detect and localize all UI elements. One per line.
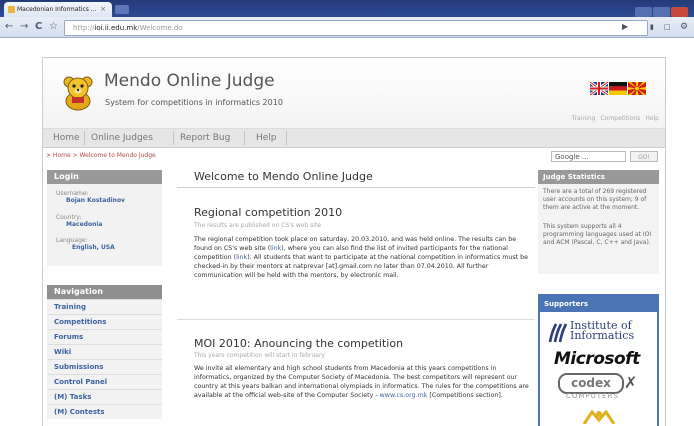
google-search-input[interactable]: Google ... <box>551 151 626 162</box>
menu-help[interactable]: Help <box>256 129 277 147</box>
article-subtitle: This years competition will start in feb… <box>194 352 325 359</box>
language-value[interactable]: English, USA <box>72 244 115 251</box>
article-title: Regional competition 2010 <box>194 206 343 219</box>
participants-link[interactable]: link <box>236 254 247 261</box>
nav-contests[interactable]: (M) Contests <box>47 404 162 419</box>
new-tab-button[interactable] <box>115 5 129 14</box>
article-title: MOI 2010: Anouncing the competition <box>194 337 404 350</box>
address-url: http://ioi.ii.edu.mk/Welcome.do <box>73 24 183 32</box>
browser-tabbar: Macedonian Informatics ... × <box>0 0 694 17</box>
tab-close-icon[interactable]: × <box>100 2 106 17</box>
minimize-button[interactable] <box>635 7 652 17</box>
menu-separator <box>84 131 85 145</box>
stats-panel: There are a total of 269 registered user… <box>538 184 659 274</box>
login-heading: Login <box>47 170 162 184</box>
menu-home[interactable]: Home <box>53 129 80 147</box>
close-window-button[interactable] <box>671 7 688 17</box>
site-header: Mendo Online Judge System for competitio… <box>43 58 665 129</box>
breadcrumb[interactable]: > Home > Welcome to Mendo Judge <box>46 152 156 159</box>
uk-flag-icon[interactable] <box>590 82 608 95</box>
codex-x-icon: ✗ <box>624 373 638 392</box>
cs-org-link[interactable]: www.cs.org.mk <box>380 392 428 399</box>
article-divider <box>177 319 535 320</box>
maximize-button[interactable] <box>653 7 670 17</box>
header-links: Training Competitions Help <box>567 115 659 122</box>
page-title: Welcome to Mendo Online Judge <box>194 170 373 183</box>
forward-arrow-icon[interactable]: → <box>20 19 28 35</box>
nav-forums[interactable]: Forums <box>47 329 162 344</box>
menu-separator <box>173 131 174 145</box>
navigation-heading: Navigation <box>47 285 162 299</box>
institute-logo-icon <box>548 323 568 343</box>
page-viewport: Mendo Online Judge System for competitio… <box>0 38 694 426</box>
results-link[interactable]: link <box>270 245 281 252</box>
header-link-help[interactable]: Help <box>645 115 659 122</box>
title-divider <box>177 187 535 188</box>
nav-control-panel[interactable]: Control Panel <box>47 374 162 389</box>
main-menu: Home Online Judges Report Bug Help <box>43 129 665 148</box>
wrench-icon[interactable]: ⚙ <box>680 20 688 34</box>
supporters-heading: Supporters <box>540 296 657 312</box>
article-body: The regional competition took place on s… <box>194 236 529 279</box>
browser-toolbar: ← → C ☆ http://ioi.ii.edu.mk/Welcome.do … <box>0 17 694 38</box>
address-bar[interactable]: http://ioi.ii.edu.mk/Welcome.do <box>64 20 648 36</box>
browser-tab[interactable]: Macedonian Informatics ... × <box>4 2 112 17</box>
macedonia-flag-icon[interactable] <box>628 82 646 95</box>
play-icon[interactable]: ▶ <box>622 20 628 34</box>
nav-training[interactable]: Training <box>47 299 162 314</box>
article-subtitle: The results are published on CS's web si… <box>194 222 321 229</box>
codex-computers-text: COMPUTERS <box>566 392 619 400</box>
favicon-icon <box>8 6 15 13</box>
stats-accounts-text: There are a total of 269 registered user… <box>543 188 647 211</box>
nav-submissions[interactable]: Submissions <box>47 359 162 374</box>
tab-title: Macedonian Informatics ... <box>17 6 97 13</box>
nav-wiki[interactable]: Wiki <box>47 344 162 359</box>
site-subtitle: System for competitions in informatics 2… <box>105 98 283 107</box>
supporters-panel: Supporters Institute of Informatics Micr… <box>538 294 659 426</box>
window-controls <box>634 2 690 17</box>
menu-report-bug[interactable]: Report Bug <box>180 129 230 147</box>
header-link-training[interactable]: Training <box>572 115 596 122</box>
page-menu-icon[interactable]: ▮ <box>650 20 654 34</box>
stats-heading: Judge Statistics <box>538 170 659 184</box>
username-label: Username: <box>56 190 89 197</box>
teddy-bear-logo-icon <box>63 76 93 111</box>
breadcrumb-bar: > Home > Welcome to Mendo Judge Google .… <box>43 148 665 166</box>
login-panel: Username: Bojan Kostadinov Country: Mace… <box>47 184 162 266</box>
site-container: Mendo Online Judge System for competitio… <box>42 57 666 426</box>
google-search-button[interactable]: GO! <box>630 151 658 162</box>
stats-languages-text: This system supports all 4 programming l… <box>543 223 652 246</box>
codex-logo[interactable]: codex <box>558 373 624 394</box>
article-body: We invite all elementary and high school… <box>194 365 529 399</box>
menu-separator <box>244 131 245 145</box>
microsoft-logo[interactable]: Microsoft <box>554 349 640 369</box>
nav-competitions[interactable]: Competitions <box>47 314 162 329</box>
language-flags <box>589 82 646 101</box>
germany-flag-icon[interactable] <box>609 82 627 95</box>
document-menu-icon[interactable]: □ <box>664 20 671 34</box>
bookmark-star-icon[interactable]: ☆ <box>49 19 58 35</box>
menu-separator <box>286 131 287 145</box>
country-value[interactable]: Macedonia <box>66 221 102 228</box>
header-link-competitions[interactable]: Competitions <box>600 115 640 122</box>
username-value[interactable]: Bojan Kostadinov <box>66 197 125 204</box>
supporter-logo-icon <box>582 409 616 424</box>
language-label: Language: <box>56 237 88 244</box>
back-arrow-icon[interactable]: ← <box>5 19 13 35</box>
country-label: Country: <box>56 214 82 221</box>
menu-online-judges[interactable]: Online Judges <box>91 129 153 147</box>
site-title: Mendo Online Judge <box>104 71 275 91</box>
reload-icon[interactable]: C <box>35 19 42 35</box>
institute-of-informatics-logo[interactable]: Institute of Informatics <box>570 320 658 341</box>
nav-tasks[interactable]: (M) Tasks <box>47 389 162 404</box>
